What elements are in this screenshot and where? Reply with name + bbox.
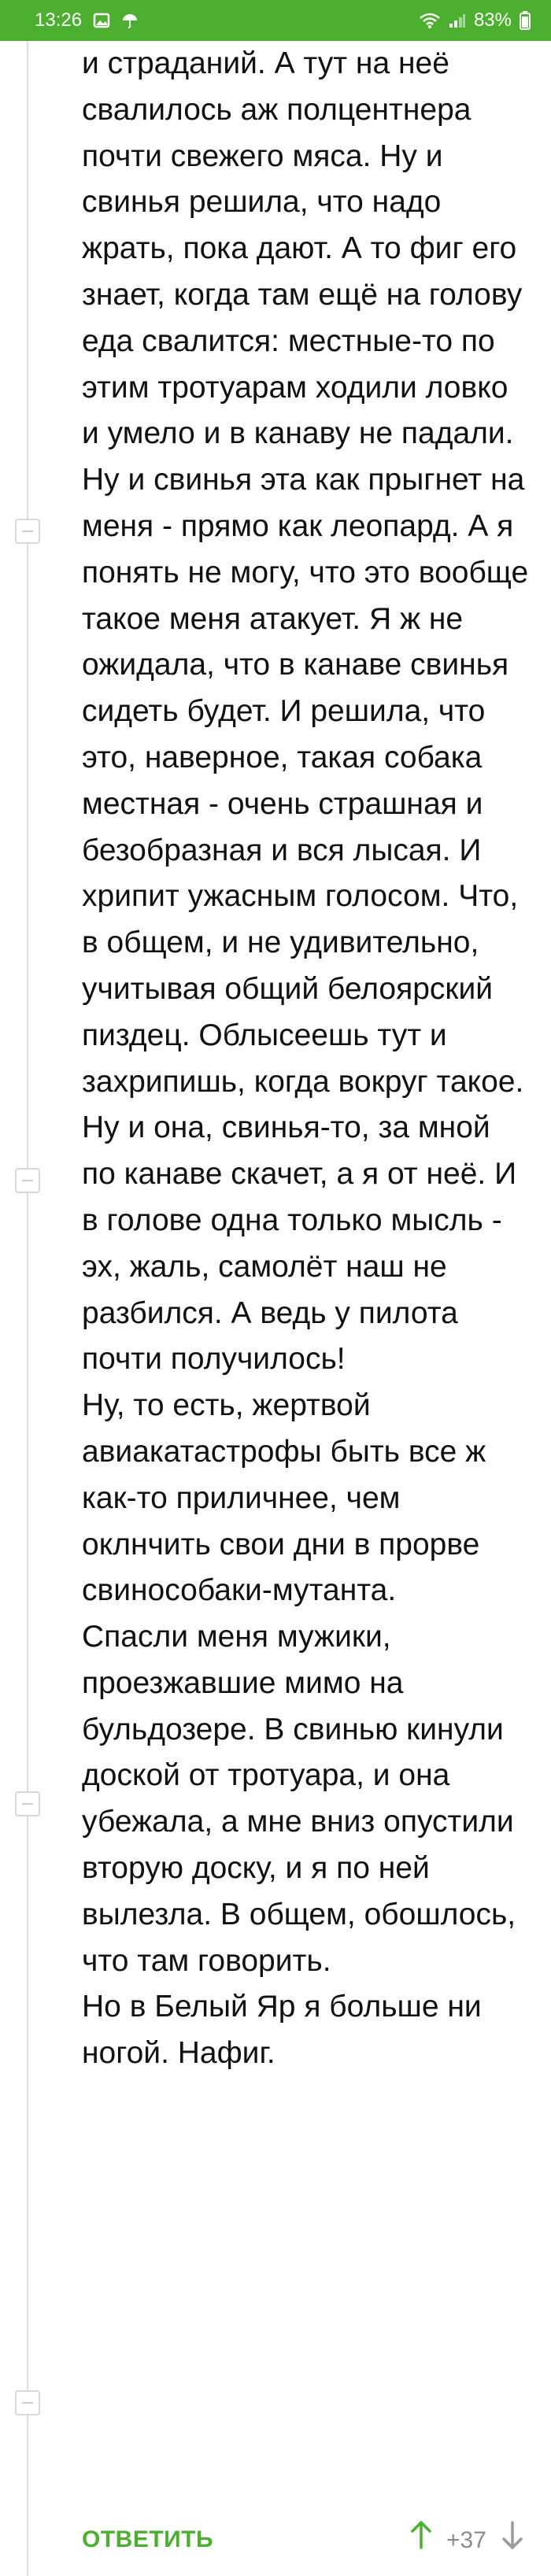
comment-paragraph: Но в Белый Яр я больше ни ногой. Нафиг. bbox=[82, 1990, 482, 2071]
collapse-thread-button[interactable] bbox=[15, 519, 40, 544]
comment-paragraph: Ну и свинья эта как прыгнет на меня - пр… bbox=[82, 463, 529, 1099]
reply-button[interactable]: ОТВЕТИТЬ bbox=[82, 2526, 213, 2553]
comment-paragraph: Ну и она, свинья-то, за мной по канаве с… bbox=[82, 1111, 517, 1377]
battery-icon bbox=[520, 11, 531, 30]
collapse-thread-button[interactable] bbox=[15, 1168, 40, 1193]
collapse-thread-button[interactable] bbox=[15, 1791, 40, 1817]
status-left: 13:26 bbox=[35, 9, 139, 31]
comment-footer: ОТВЕТИТЬ +37 bbox=[0, 2499, 551, 2576]
comment-thread: и страданий. А тут на неё свалилось аж п… bbox=[0, 41, 551, 2576]
comment-paragraph: Ну, то есть, жертвой авиакатастрофы быть… bbox=[82, 1388, 486, 1608]
signal-icon bbox=[449, 13, 466, 28]
gallery-icon bbox=[93, 12, 110, 29]
status-time: 13:26 bbox=[35, 9, 83, 31]
upvote-arrow-icon[interactable] bbox=[409, 2519, 433, 2555]
status-right: 83% bbox=[419, 9, 531, 31]
umbrella-icon bbox=[121, 12, 139, 29]
comment-rating: +37 bbox=[446, 2527, 486, 2553]
status-bar: 13:26 83% bbox=[0, 0, 551, 41]
wifi-icon bbox=[419, 12, 441, 29]
downvote-arrow-icon[interactable] bbox=[501, 2519, 524, 2555]
comment-body: и страданий. А тут на неё свалилось аж п… bbox=[82, 41, 531, 2077]
comment-paragraph: и страданий. А тут на неё свалилось аж п… bbox=[82, 46, 523, 451]
comment-paragraph: Спасли меня мужики, проезжавшие мимо на … bbox=[82, 1620, 516, 1978]
collapse-thread-button[interactable] bbox=[15, 2390, 40, 2415]
battery-percent: 83% bbox=[473, 9, 512, 31]
thread-line bbox=[27, 41, 28, 2576]
